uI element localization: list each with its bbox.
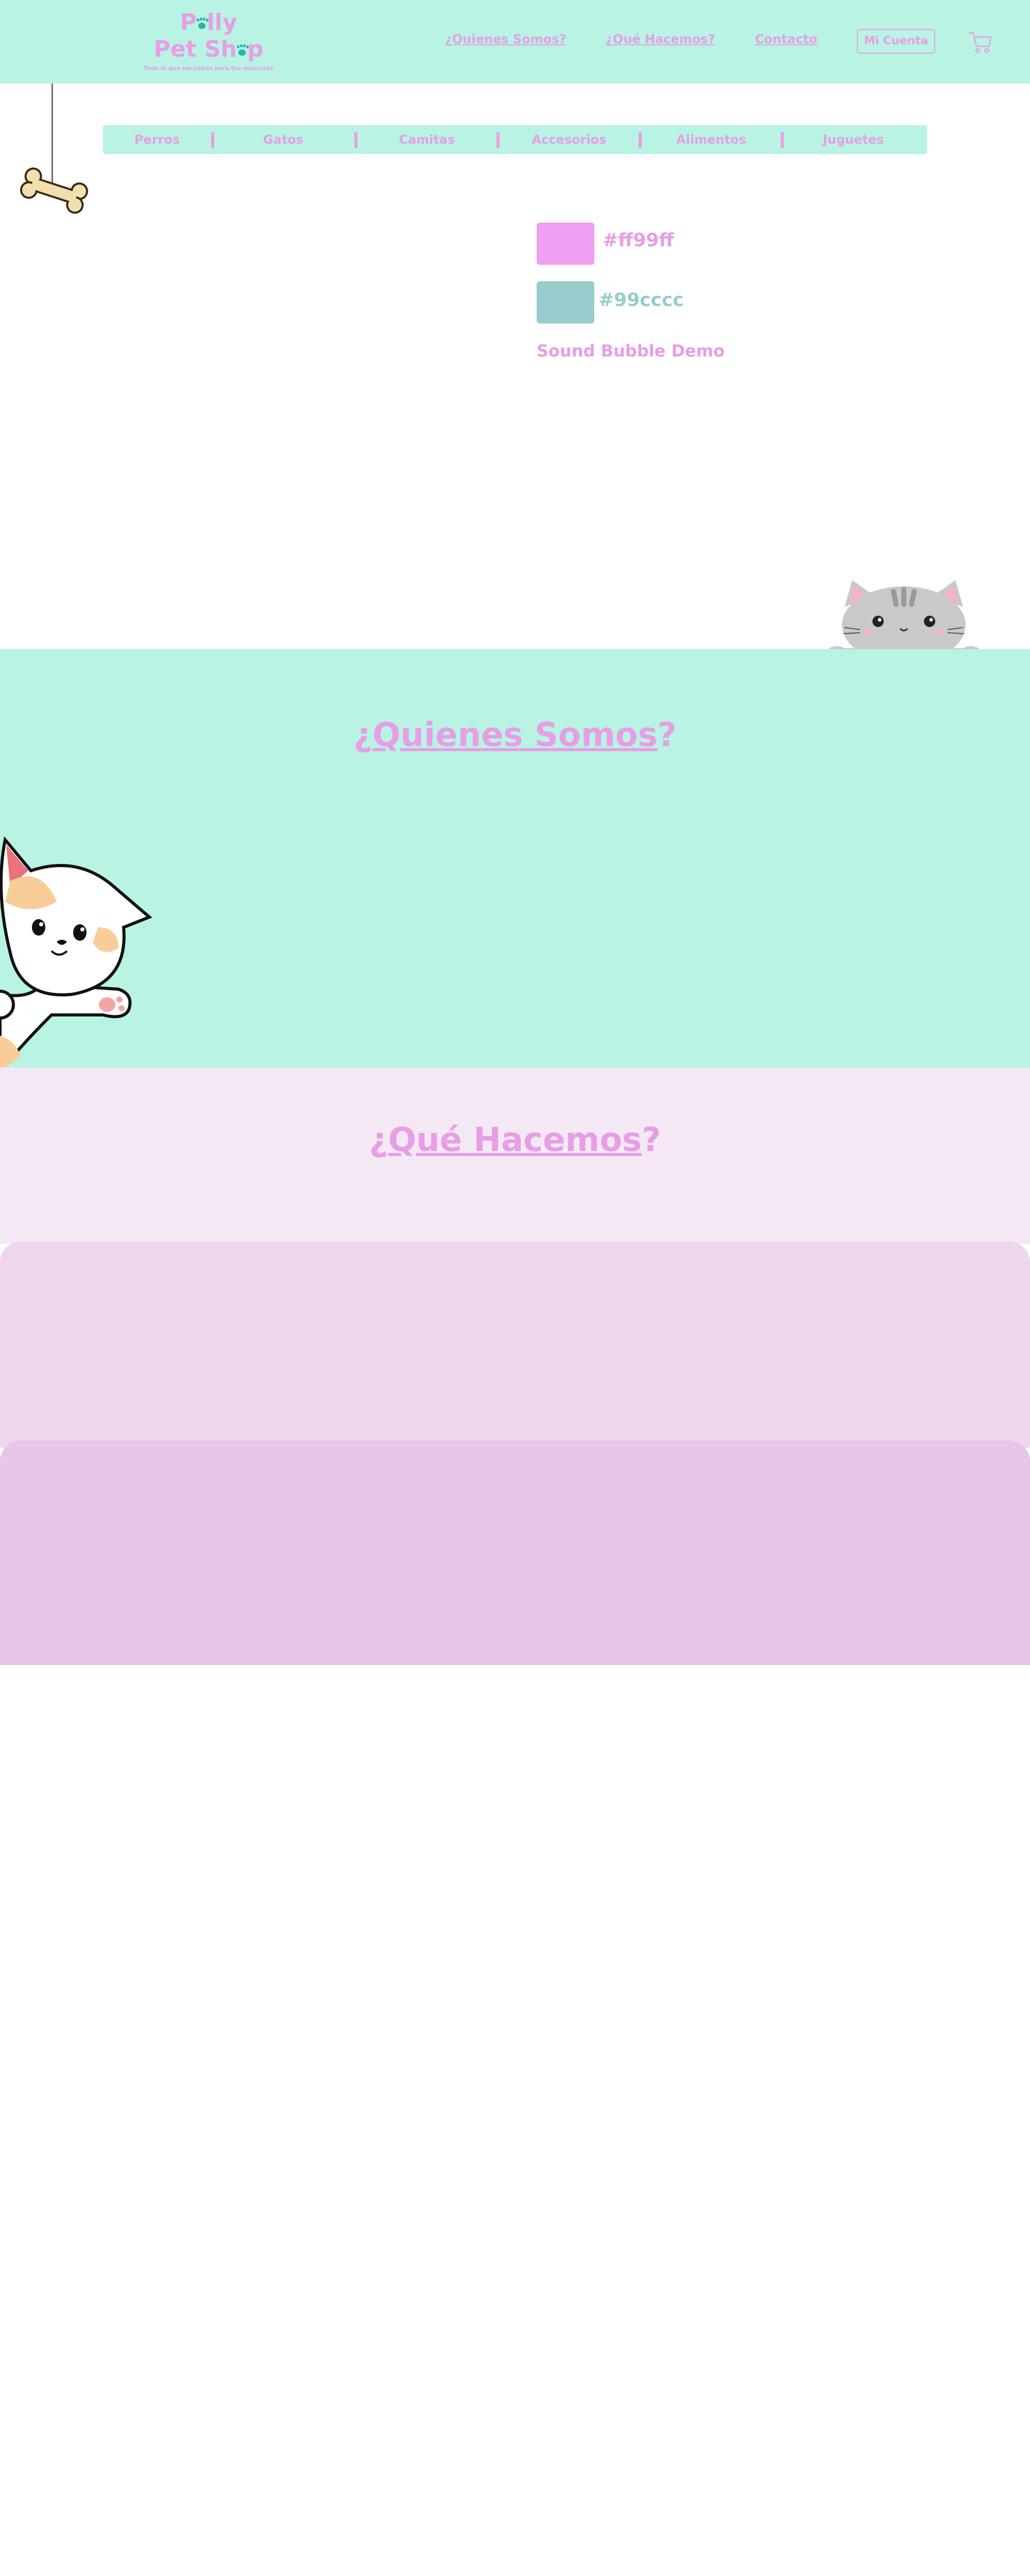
cart-icon[interactable] [967, 29, 993, 55]
pink-swatch [537, 223, 594, 265]
bone-icon [20, 167, 89, 214]
category-camitas[interactable]: Camitas [357, 125, 496, 154]
about-section: ¿Quienes Somos? [0, 649, 1030, 1067]
category-perros[interactable]: Perros [103, 125, 211, 154]
content-band [0, 1440, 1030, 1665]
teal-swatch-label: #99cccc [598, 290, 684, 311]
nav-que-hacemos[interactable]: ¿Qué Hacemos? [606, 32, 715, 46]
sound-bubble-demo-link[interactable]: Sound Bubble Demo [537, 341, 725, 361]
my-account-button[interactable]: Mi Cuenta [857, 29, 935, 54]
teal-swatch [537, 281, 594, 324]
category-bar: Perros Gatos Camitas Accesorios Alimento… [103, 125, 927, 154]
nav-contacto[interactable]: Contacto [755, 32, 817, 46]
logo[interactable]: Plly Pet Sh p Todo lo que necesitas para … [139, 9, 278, 76]
category-alimentos[interactable]: Alimentos [642, 125, 781, 154]
nav-quienes-somos[interactable]: ¿Quienes Somos? [445, 32, 566, 46]
category-gatos[interactable]: Gatos [214, 125, 352, 154]
about-title: ¿Quienes Somos? [353, 716, 677, 754]
paw-icon [196, 18, 208, 30]
logo-tagline: Todo lo que necesitas para tus mascotas [144, 65, 273, 72]
pink-swatch-label: #ff99ff [603, 230, 674, 251]
what-we-do-section: ¿Qué Hacemos? [0, 1067, 1030, 1244]
content-band [0, 1242, 1030, 1448]
category-accesorios[interactable]: Accesorios [500, 125, 639, 154]
waving-cat-illustration [0, 836, 152, 1074]
paw-icon [236, 44, 248, 57]
site-header: Plly Pet Sh p Todo lo que necesitas para … [0, 0, 1030, 83]
what-we-do-title: ¿Qué Hacemos? [369, 1121, 661, 1159]
category-juguetes[interactable]: Juguetes [784, 125, 923, 154]
